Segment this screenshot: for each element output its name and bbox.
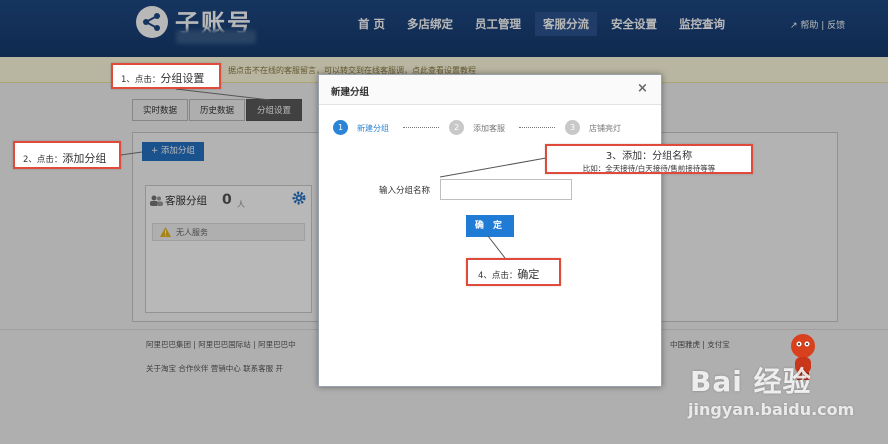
close-icon[interactable]: × xyxy=(637,81,648,96)
step-2-label: 添加客服 xyxy=(473,124,505,133)
step-connector xyxy=(519,127,555,128)
dialog-header: 新建分组 × xyxy=(319,75,661,105)
annotation-step-2: 2、点击：添加分组 xyxy=(13,141,121,169)
step-1-circle: 1 xyxy=(333,120,348,135)
annotation-step-3: 3、添加：分组名称 比如：全天接待/白天接待/售前接待等等 xyxy=(545,144,753,174)
annotation-step-4: 4、点击：确定 xyxy=(466,258,561,286)
step-progress: 1 新建分组 2 添加客服 3 店铺亮灯 xyxy=(333,120,653,138)
dialog-title: 新建分组 xyxy=(331,87,370,98)
annotation-step-1: 1、点击：分组设置 xyxy=(111,63,221,89)
step-connector xyxy=(403,127,439,128)
watermark-url: jingyan.baidu.com xyxy=(688,400,855,419)
group-name-input[interactable] xyxy=(440,179,572,200)
watermark-logo: Bai 经验 xyxy=(690,365,812,398)
step-3-label: 店铺亮灯 xyxy=(589,124,621,133)
new-group-dialog: 新建分组 × 1 新建分组 2 添加客服 3 店铺亮灯 输入分组名称 确 定 xyxy=(318,74,662,387)
group-name-label: 输入分组名称 xyxy=(379,186,431,196)
confirm-button[interactable]: 确 定 xyxy=(466,215,514,237)
step-2-circle: 2 xyxy=(449,120,464,135)
step-3-circle: 3 xyxy=(565,120,580,135)
step-1-label: 新建分组 xyxy=(357,124,389,133)
